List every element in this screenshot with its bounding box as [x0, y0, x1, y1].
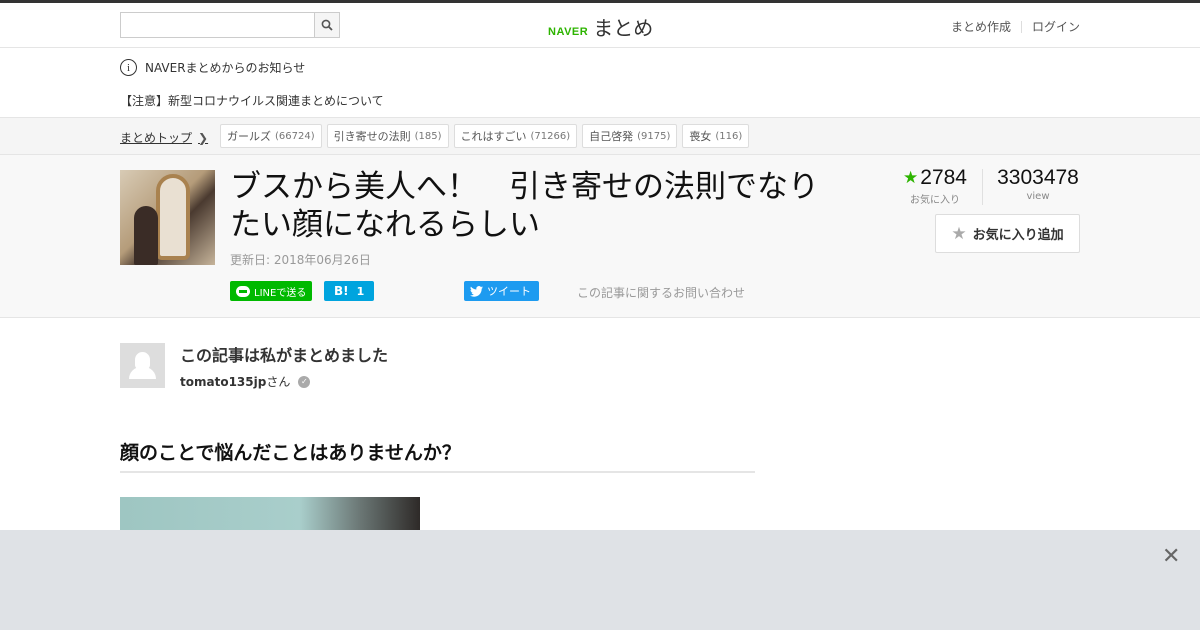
breadcrumb: まとめトップ ❯: [120, 129, 208, 146]
tag-count: (9175): [637, 130, 671, 142]
login-link[interactable]: ログイン: [1032, 18, 1080, 35]
breadcrumb-top-link[interactable]: まとめトップ: [120, 129, 192, 146]
search-input[interactable]: [121, 13, 314, 37]
verified-check-icon: ✓: [298, 375, 311, 388]
article-title: ブスから美人へ！ 引き寄せの法則でなりたい顔になれるらしい: [230, 169, 819, 243]
article-header: ブスから美人へ！ 引き寄せの法則でなりたい顔になれるらしい 更新日: 2018年…: [0, 155, 1200, 318]
updated-date: 更新日: 2018年06月26日: [230, 253, 371, 267]
tag-label: 引き寄せの法則: [333, 130, 411, 143]
naver-matome-logo[interactable]: NAVER まとめ: [548, 12, 653, 41]
hatena-count: 1: [356, 284, 365, 298]
tag-bar: まとめトップ ❯ ガールズ (66724) 引き寄せの法則 (185) これはす…: [0, 118, 1200, 155]
line-icon: [236, 285, 250, 297]
logo-name: まとめ: [593, 16, 654, 40]
tag-count: (185): [414, 130, 442, 142]
article-thumbnail: [120, 170, 215, 265]
notice-link[interactable]: 【注意】新型コロナウイルス関連まとめについて: [120, 92, 384, 109]
tag-label: ガールズ: [227, 130, 271, 143]
line-share-label: LINEで送る: [254, 287, 307, 299]
notice-heading-text: NAVERまとめからのお知らせ: [145, 61, 306, 75]
thumbnail-mirror-shape: [156, 174, 190, 260]
tag-count: (71266): [530, 130, 571, 142]
add-favorite-label: お気に入り追加: [972, 228, 1064, 243]
twitter-bird-icon: [470, 285, 483, 297]
site-header: NAVER まとめ まとめ作成 ログイン: [0, 3, 1200, 48]
bottom-ad-overlay: ✕: [0, 530, 1200, 630]
contact-link[interactable]: この記事に関するお問い合わせ: [577, 284, 745, 301]
author-name-row: tomato135jp さん ✓: [180, 373, 311, 390]
tag-label: 喪女: [689, 130, 712, 143]
favorites-stat: ★ 2784 お気に入り: [900, 166, 970, 206]
star-icon: ★: [903, 168, 919, 187]
tag-list: ガールズ (66724) 引き寄せの法則 (185) これはすごい (71266…: [220, 124, 750, 148]
search-icon: [321, 19, 333, 31]
favorites-count: 2784: [920, 166, 967, 189]
tag-count: (66724): [275, 130, 315, 142]
header-links: まとめ作成 ログイン: [951, 18, 1080, 35]
hatena-icon: B!: [334, 284, 349, 298]
avatar[interactable]: [120, 343, 165, 388]
views-label: view: [1026, 191, 1050, 202]
author-suffix: さん: [266, 375, 291, 389]
close-icon[interactable]: ✕: [1162, 546, 1180, 568]
tag-item[interactable]: 自己啓発 (9175): [582, 124, 678, 148]
notice-heading: i NAVERまとめからのお知らせ: [120, 59, 305, 76]
favorites-count-row: ★ 2784: [900, 166, 970, 190]
tag-label: これはすごい: [460, 130, 527, 143]
stat-divider: [982, 169, 983, 205]
thumbnail-person-shape: [134, 206, 158, 265]
add-favorite-button[interactable]: ★ お気に入り追加: [935, 214, 1080, 253]
hatena-bookmark-button[interactable]: B! 1: [324, 281, 374, 301]
tweet-button[interactable]: ツイート: [464, 281, 539, 301]
author-heading: この記事は私がまとめました: [180, 346, 389, 365]
star-outline-icon: ★: [951, 223, 967, 244]
author-section: この記事は私がまとめました tomato135jp さん ✓: [0, 318, 1200, 408]
tag-item[interactable]: 喪女 (116): [682, 124, 750, 148]
info-icon: i: [120, 59, 137, 76]
chevron-right-icon: ❯: [198, 130, 209, 145]
author-name-link[interactable]: tomato135jp: [180, 375, 266, 389]
section-heading: 顔のことで悩んだことはありませんか？: [120, 438, 755, 473]
search-box: [120, 12, 340, 38]
avatar-body-shape: [129, 367, 156, 379]
line-share-button[interactable]: LINEで送る: [230, 281, 313, 301]
tag-item[interactable]: ガールズ (66724): [220, 124, 322, 148]
logo-brand: NAVER: [548, 26, 589, 38]
search-button[interactable]: [314, 13, 339, 37]
views-count: 3303478: [997, 166, 1079, 189]
notice-section: i NAVERまとめからのお知らせ 【注意】新型コロナウイルス関連まとめについて: [0, 48, 1200, 118]
tag-item[interactable]: これはすごい (71266): [453, 124, 578, 148]
create-matome-link[interactable]: まとめ作成: [951, 18, 1011, 35]
favorites-label: お気に入り: [910, 195, 960, 206]
tag-count: (116): [715, 130, 743, 142]
tag-label: 自己啓発: [589, 130, 634, 143]
divider: [1020, 20, 1022, 33]
tag-item[interactable]: 引き寄せの法則 (185): [326, 124, 449, 148]
views-stat: 3303478 view: [995, 166, 1081, 202]
tweet-label: ツイート: [487, 285, 531, 298]
